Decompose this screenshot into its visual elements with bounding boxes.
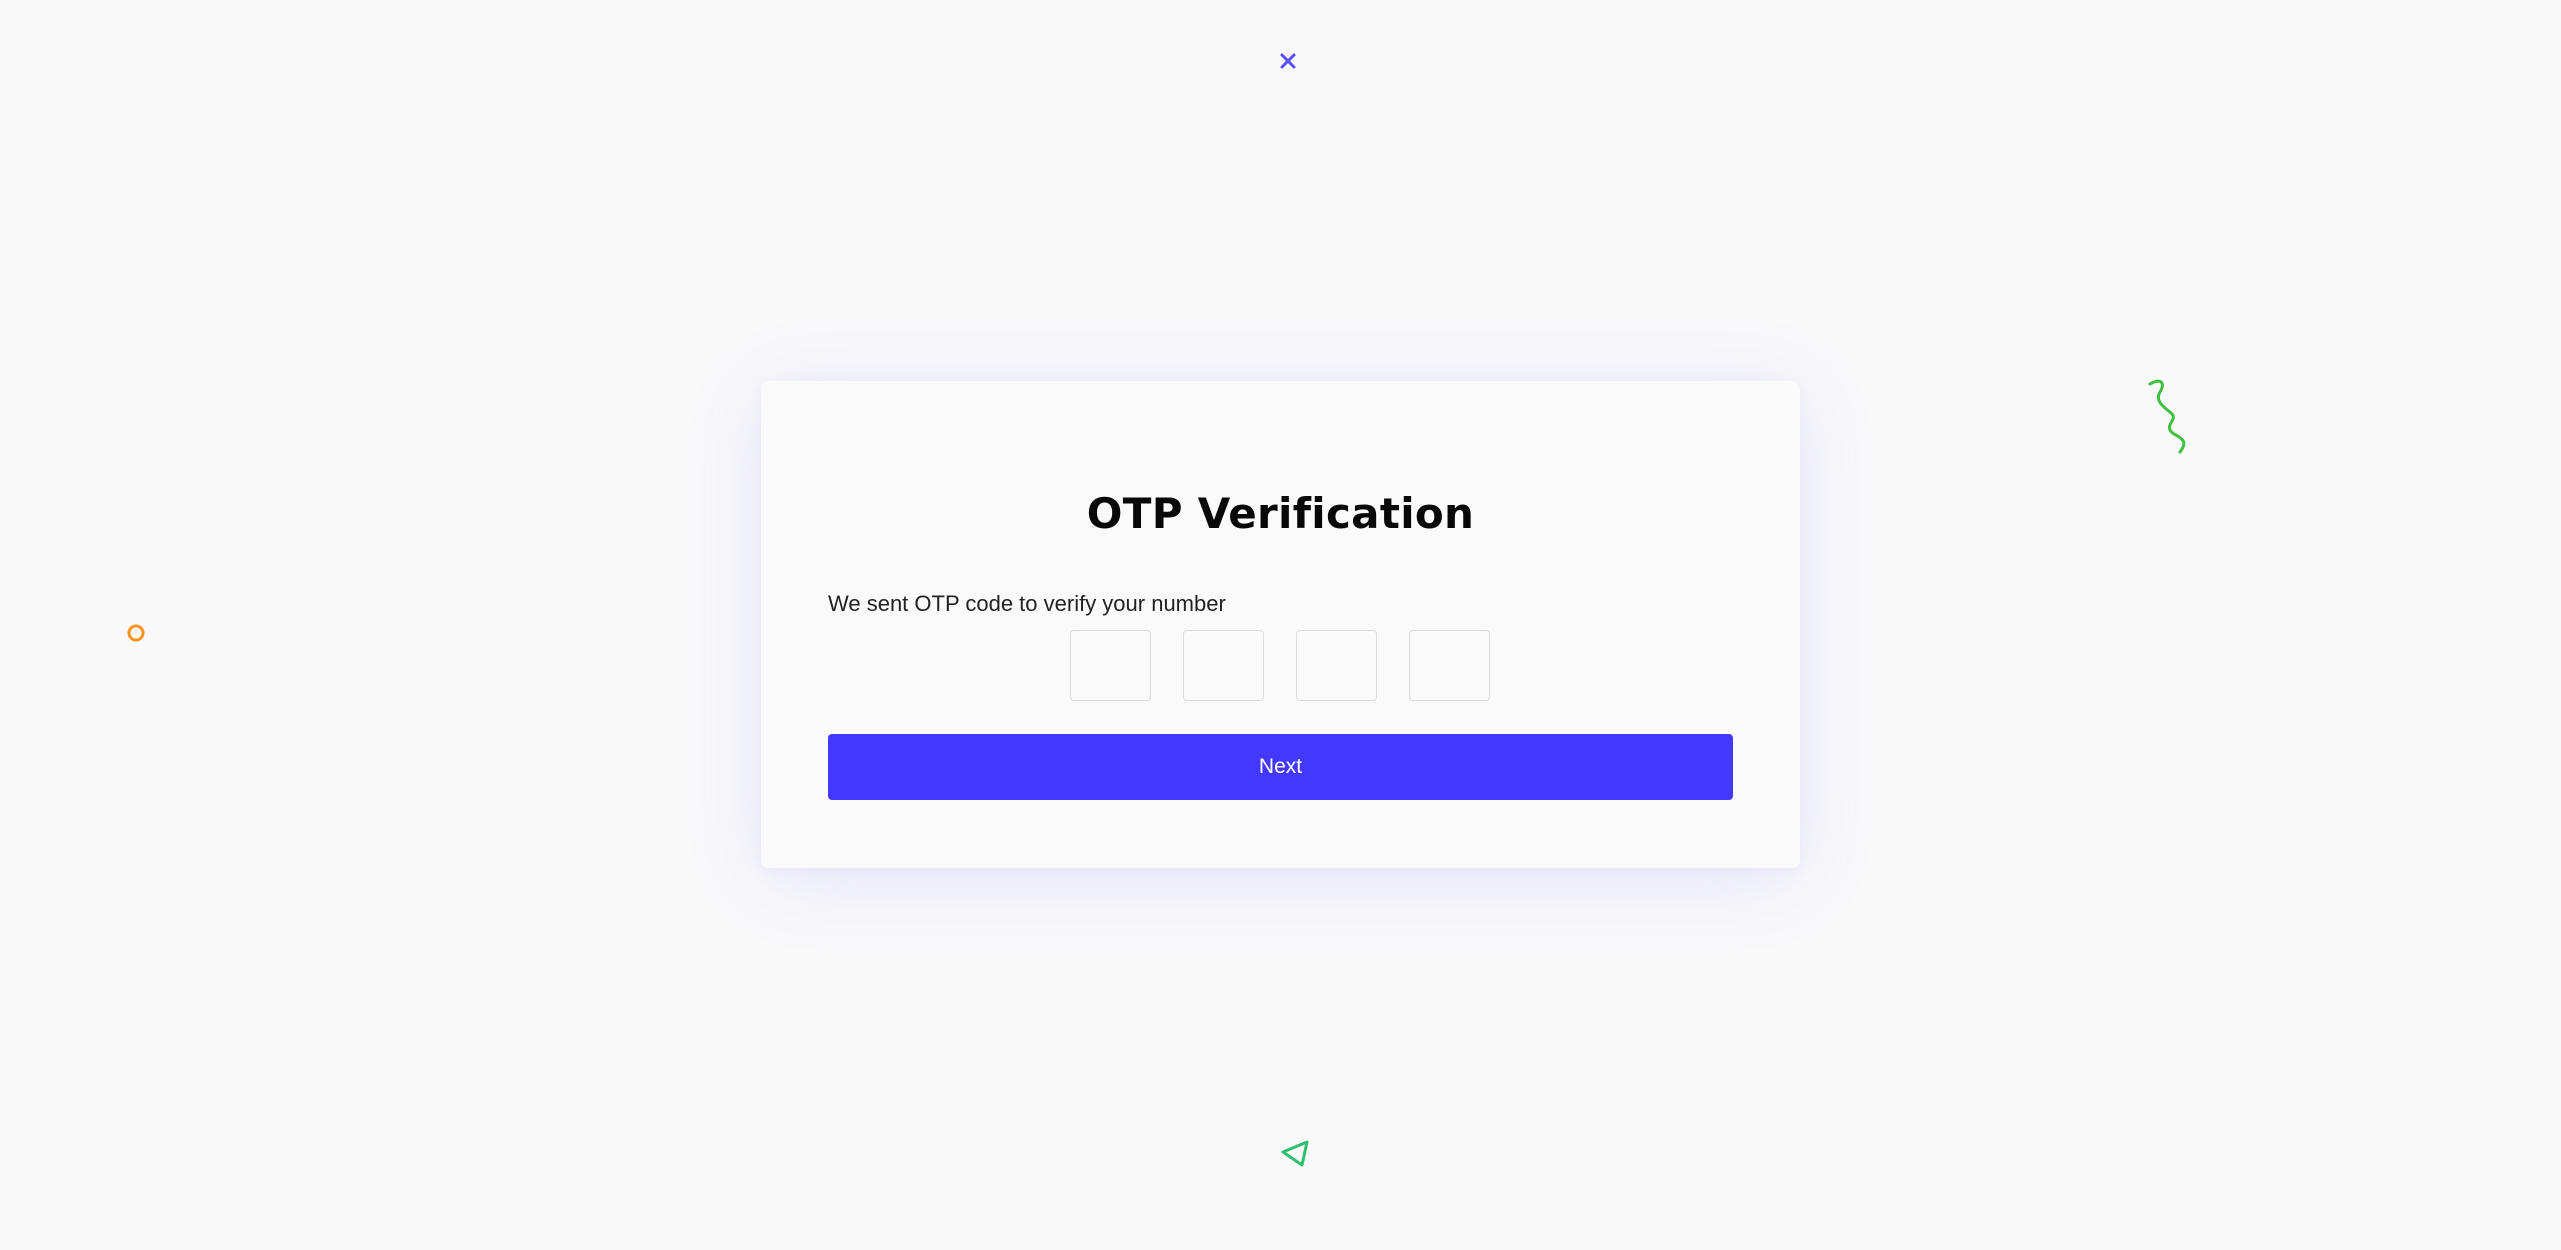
x-icon xyxy=(1280,53,1296,69)
squiggle-icon xyxy=(2148,379,2186,454)
page: OTP Verification We sent OTP code to ver… xyxy=(0,0,2561,1250)
otp-digit-4[interactable] xyxy=(1409,630,1490,701)
otp-digit-2[interactable] xyxy=(1183,630,1264,701)
otp-inputs xyxy=(1070,630,1490,701)
otp-digit-1[interactable] xyxy=(1070,630,1151,701)
otp-instructions: We sent OTP code to verify your number xyxy=(828,591,1226,616)
page-title: OTP Verification xyxy=(1086,489,1475,538)
otp-card: OTP Verification We sent OTP code to ver… xyxy=(761,381,1800,868)
next-button[interactable]: Next xyxy=(828,734,1733,800)
circle-icon xyxy=(127,624,145,642)
triangle-icon xyxy=(1281,1140,1309,1167)
otp-digit-3[interactable] xyxy=(1296,630,1377,701)
